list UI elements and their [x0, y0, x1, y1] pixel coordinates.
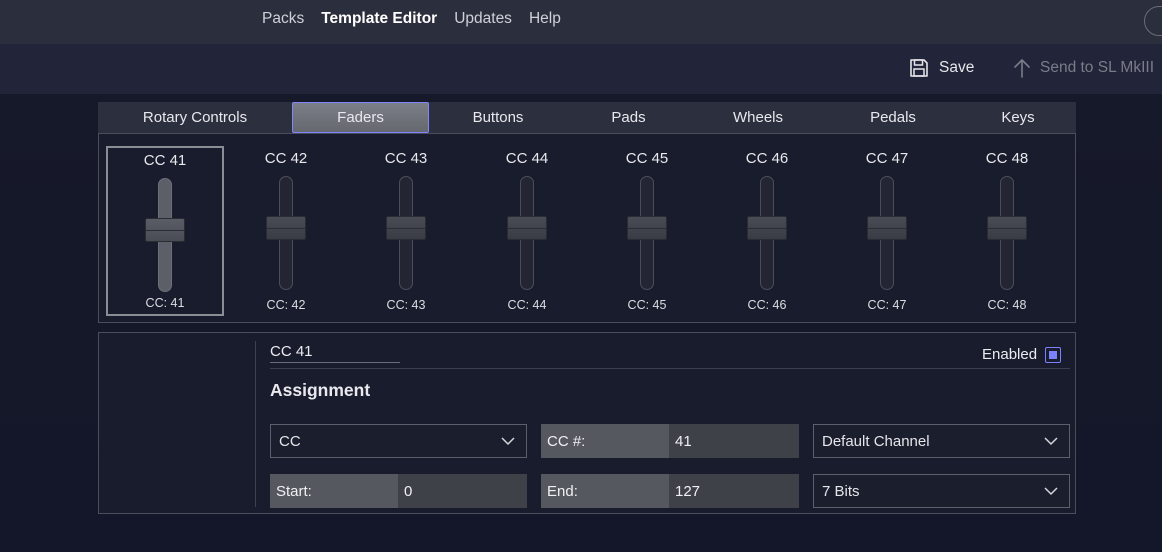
- send-button[interactable]: Send to SL MkIII: [1013, 57, 1154, 79]
- bits-value: 7 Bits: [822, 482, 860, 500]
- fader-handle[interactable]: [987, 216, 1027, 240]
- fader-cc-label: CC: 44: [507, 298, 547, 312]
- tab-keys[interactable]: Keys: [960, 102, 1076, 133]
- fader-cc-label: CC: 48: [987, 298, 1027, 312]
- tab-wheels[interactable]: Wheels: [690, 102, 826, 133]
- fader-title: CC 48: [985, 150, 1029, 167]
- cc-number-input[interactable]: 41: [669, 424, 799, 458]
- fader-2[interactable]: CC 42 CC: 42: [227, 146, 345, 316]
- nav-help[interactable]: Help: [529, 10, 561, 28]
- fader-1[interactable]: CC 41 CC: 41: [106, 146, 224, 316]
- channel-value: Default Channel: [822, 432, 930, 450]
- fader-handle[interactable]: [747, 216, 787, 240]
- fader-title: CC 41: [143, 152, 187, 169]
- tab-rotary-controls[interactable]: Rotary Controls: [98, 102, 292, 133]
- top-nav-bar: Packs Template Editor Updates Help: [0, 0, 1162, 44]
- fader-4[interactable]: CC 44 CC: 44: [468, 146, 586, 316]
- end-label: End:: [541, 474, 669, 508]
- tab-buttons[interactable]: Buttons: [429, 102, 567, 133]
- fader-handle[interactable]: [867, 216, 907, 240]
- save-button[interactable]: Save: [908, 57, 974, 79]
- chevron-down-icon: [1044, 487, 1058, 496]
- nav-updates[interactable]: Updates: [454, 10, 512, 28]
- start-field: Start: 0: [270, 474, 527, 508]
- enabled-label: Enabled: [982, 346, 1038, 363]
- divider: [255, 341, 256, 507]
- fader-title: CC 43: [384, 150, 428, 167]
- channel-select[interactable]: Default Channel: [813, 424, 1070, 458]
- fader-handle[interactable]: [507, 216, 547, 240]
- end-input[interactable]: 127: [669, 474, 799, 508]
- enabled-checkbox[interactable]: [1045, 346, 1062, 363]
- message-type-select[interactable]: CC: [270, 424, 527, 458]
- enabled-toggle: Enabled: [982, 346, 1062, 363]
- control-name-input[interactable]: CC 41: [270, 343, 400, 363]
- cc-number-label: CC #:: [541, 424, 669, 458]
- control-tabs: Rotary Controls Faders Buttons Pads Whee…: [98, 102, 1076, 133]
- tab-faders[interactable]: Faders: [292, 102, 429, 133]
- assignment-panel: CC 41 Enabled Assignment CC CC #: 41 Def…: [98, 332, 1076, 514]
- bits-select[interactable]: 7 Bits: [813, 474, 1070, 508]
- chevron-down-icon: [501, 437, 515, 446]
- save-icon: [910, 59, 928, 77]
- fader-7[interactable]: CC 47 CC: 47: [828, 146, 946, 316]
- toolbar: Save Send to SL MkIII: [0, 44, 1162, 94]
- fader-title: CC 42: [264, 150, 308, 167]
- nav-template-editor[interactable]: Template Editor: [321, 10, 437, 28]
- start-input[interactable]: 0: [398, 474, 527, 508]
- tab-pads[interactable]: Pads: [567, 102, 690, 133]
- cc-number-field: CC #: 41: [541, 424, 799, 458]
- fader-handle[interactable]: [386, 216, 426, 240]
- checkbox-check-icon: [1049, 350, 1058, 359]
- fader-cc-label: CC: 41: [145, 296, 185, 310]
- top-nav: Packs Template Editor Updates Help: [262, 10, 561, 28]
- fader-title: CC 47: [865, 150, 909, 167]
- end-field: End: 127: [541, 474, 799, 508]
- fader-handle[interactable]: [266, 216, 306, 240]
- fader-cc-label: CC: 43: [386, 298, 426, 312]
- upload-arrow-icon: [1014, 59, 1030, 78]
- tab-pedals[interactable]: Pedals: [826, 102, 960, 133]
- start-label: Start:: [270, 474, 398, 508]
- fader-6[interactable]: CC 46 CC: 46: [708, 146, 826, 316]
- fader-8[interactable]: CC 48 CC: 48: [948, 146, 1066, 316]
- fader-title: CC 46: [745, 150, 789, 167]
- assignment-heading: Assignment: [270, 380, 371, 400]
- send-label: Send to SL MkIII: [1040, 59, 1155, 76]
- faders-panel: CC 41 CC: 41 CC 42 CC: 42 CC 43 CC: 43 C…: [98, 133, 1076, 323]
- chevron-down-icon: [1044, 437, 1058, 446]
- fader-cc-label: CC: 45: [627, 298, 667, 312]
- divider: [270, 368, 1070, 369]
- fader-cc-label: CC: 46: [747, 298, 787, 312]
- message-type-value: CC: [279, 432, 301, 450]
- fader-handle[interactable]: [145, 218, 185, 242]
- fader-handle[interactable]: [627, 216, 667, 240]
- account-button[interactable]: [1144, 6, 1162, 36]
- fader-3[interactable]: CC 43 CC: 43: [347, 146, 465, 316]
- fader-5[interactable]: CC 45 CC: 45: [588, 146, 706, 316]
- save-label: Save: [939, 59, 975, 76]
- fader-title: CC 44: [505, 150, 549, 167]
- fader-title: CC 45: [625, 150, 669, 167]
- fader-cc-label: CC: 47: [867, 298, 907, 312]
- fader-cc-label: CC: 42: [266, 298, 306, 312]
- nav-packs[interactable]: Packs: [262, 10, 304, 28]
